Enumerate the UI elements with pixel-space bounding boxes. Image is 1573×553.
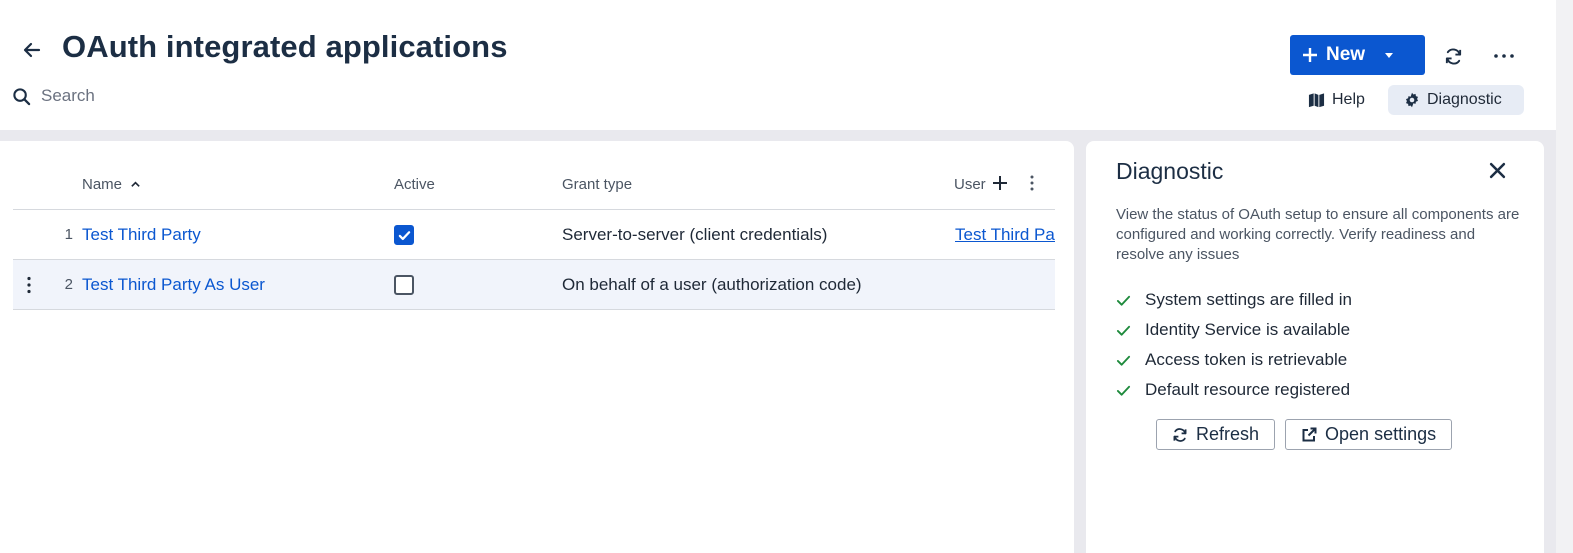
more-actions-button[interactable]: [1491, 44, 1517, 68]
application-name-link[interactable]: Test Third Party As User: [82, 275, 265, 295]
column-options-button[interactable]: [1022, 173, 1042, 193]
diagnostic-description: View the status of OAuth setup to ensure…: [1116, 206, 1520, 263]
gear-icon: [1406, 92, 1418, 108]
check-item: System settings are filled in: [1116, 285, 1352, 315]
diagnostic-label: Diagnostic: [1427, 91, 1502, 108]
caret-down-icon[interactable]: [1383, 49, 1395, 61]
applications-list: Name Active Grant type User 1 Test Third…: [0, 141, 1074, 553]
row-actions-button[interactable]: [21, 274, 37, 296]
column-header-name[interactable]: Name: [82, 176, 141, 193]
more-horizontal-icon: [1494, 54, 1514, 58]
close-diagnostic-button[interactable]: [1486, 159, 1508, 181]
column-header-active[interactable]: Active: [394, 176, 435, 193]
more-vertical-icon: [1030, 175, 1034, 191]
check-item-label: Access token is retrievable: [1145, 350, 1348, 369]
more-vertical-icon: [27, 276, 31, 294]
applications-table: Name Active Grant type User 1 Test Third…: [13, 165, 1055, 310]
active-checkbox[interactable]: [394, 225, 414, 245]
checkmark-icon: [1116, 355, 1131, 366]
row-number: 2: [64, 276, 73, 293]
back-button[interactable]: [20, 38, 44, 62]
user-link[interactable]: Test Third Party: [955, 225, 1055, 245]
add-column-button[interactable]: [990, 173, 1010, 193]
checkmark-icon: [398, 230, 410, 240]
close-icon: [1489, 162, 1505, 178]
grant-type: Server-to-server (client credentials): [562, 225, 828, 244]
window-edge: [1556, 0, 1573, 553]
check-item-label: Default resource registered: [1145, 380, 1351, 399]
diagnostic-button[interactable]: Diagnostic: [1388, 85, 1524, 115]
active-checkbox[interactable]: [394, 275, 414, 295]
refresh-label: Refresh: [1196, 424, 1260, 444]
page: OAuth integrated applications New Help D…: [0, 0, 1573, 553]
sort-up-icon: [131, 181, 140, 187]
new-button[interactable]: New: [1290, 35, 1425, 75]
table-row[interactable]: 1 Test Third Party Server-to-server (cli…: [13, 210, 1055, 260]
reload-button[interactable]: [1441, 44, 1465, 68]
refresh-icon: [1445, 48, 1461, 64]
diagnostic-checklist: System settings are filled in Identity S…: [1116, 285, 1352, 405]
column-header-user[interactable]: User: [954, 176, 986, 193]
diagnostic-panel: Diagnostic View the status of OAuth setu…: [1086, 141, 1544, 553]
check-item-label: Identity Service is available: [1145, 320, 1351, 339]
checkmark-icon: [1116, 295, 1131, 306]
grant-type: On behalf of a user (authorization code): [562, 275, 862, 294]
search-icon: [13, 87, 31, 105]
add-column-icon: [993, 176, 1007, 190]
page-title: OAuth integrated applications: [62, 29, 508, 64]
application-name-link[interactable]: Test Third Party: [82, 225, 201, 245]
help-label: Help: [1332, 91, 1365, 108]
checkmark-icon: [1116, 385, 1131, 396]
check-item: Identity Service is available: [1116, 315, 1352, 345]
refresh-button[interactable]: Refresh: [1156, 419, 1276, 450]
search-bar: [12, 86, 341, 106]
open-settings-button[interactable]: Open settings: [1285, 419, 1453, 450]
check-item: Access token is retrievable: [1116, 345, 1352, 375]
open-settings-label: Open settings: [1325, 424, 1437, 444]
external-link-icon: [1302, 427, 1317, 441]
check-item-label: System settings are filled in: [1145, 290, 1352, 309]
refresh-icon: [1173, 427, 1187, 442]
table-row[interactable]: 2 Test Third Party As User On behalf of …: [13, 260, 1055, 310]
plus-icon: [1303, 48, 1317, 62]
row-number: 1: [64, 226, 73, 243]
diagnostic-title: Diagnostic: [1116, 158, 1224, 184]
diagnostic-actions: Refresh Open settings: [1156, 419, 1453, 450]
new-button-label: New: [1326, 44, 1366, 65]
check-item: Default resource registered: [1116, 375, 1352, 405]
book-icon: [1308, 92, 1325, 107]
header-actions: [990, 173, 1042, 193]
search-input[interactable]: [41, 86, 341, 106]
help-button[interactable]: Help: [1300, 85, 1373, 115]
column-header-grant-type[interactable]: Grant type: [562, 176, 632, 193]
checkmark-icon: [1116, 325, 1131, 336]
back-arrow-icon: [23, 42, 41, 58]
table-header: Name Active Grant type User: [13, 165, 1055, 210]
page-header: OAuth integrated applications New Help D…: [0, 0, 1556, 130]
